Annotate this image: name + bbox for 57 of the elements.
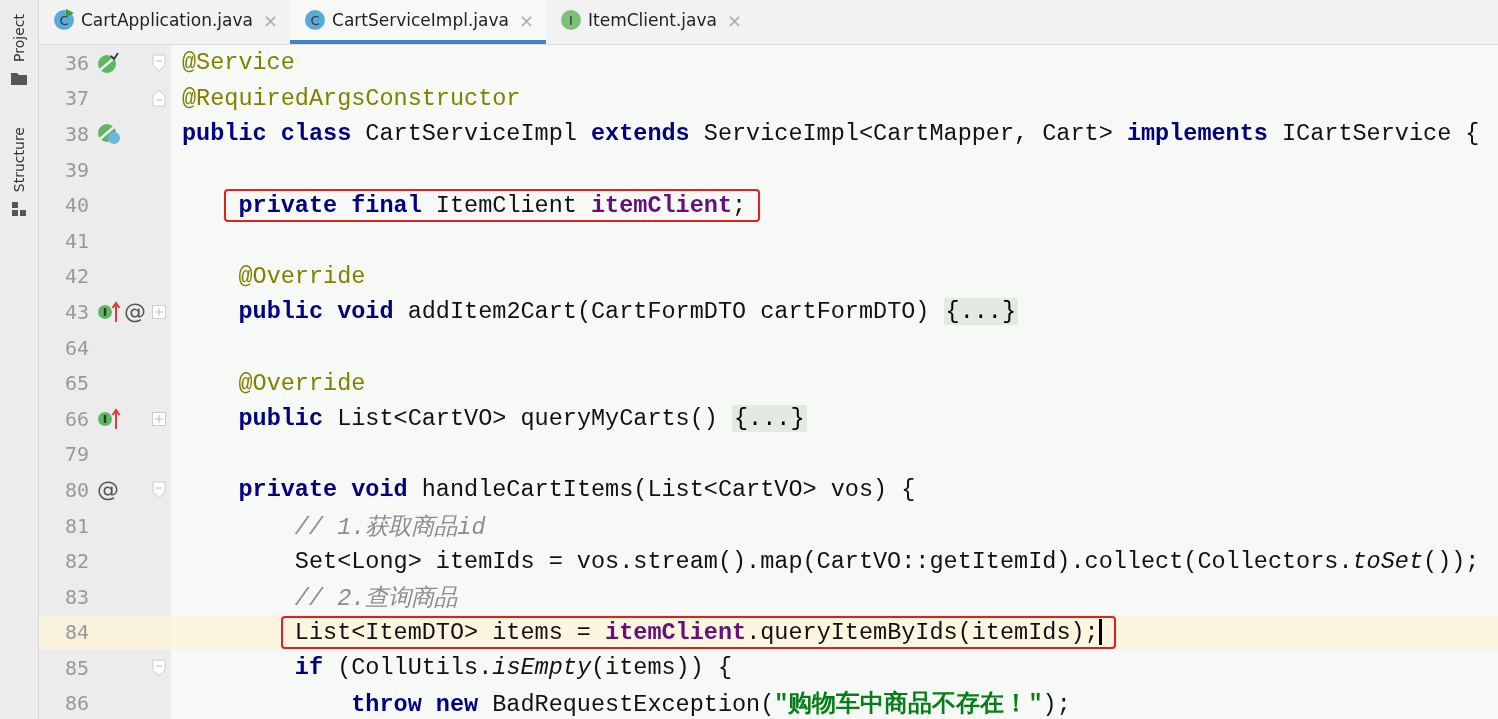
code-line: Set<Long> itemIds = vos.stream().map(CartVO::getItemId).collect(Collectors.toSet()); <box>294 547 1480 575</box>
code-line: @Override <box>238 369 366 397</box>
line-number: 80 <box>63 477 89 502</box>
usage-marker[interactable]: @ <box>124 300 146 323</box>
line-number: 41 <box>63 228 89 253</box>
code-line: @Service <box>182 49 295 77</box>
code-line: // 1.获取商品id <box>294 512 486 542</box>
line-number: 38 <box>63 122 89 146</box>
class-icon: C <box>53 9 75 31</box>
line-number: 39 <box>63 157 89 182</box>
fold-icon[interactable] <box>152 53 166 72</box>
interface-icon: I <box>560 9 583 31</box>
line-number: 36 <box>63 50 89 75</box>
editor-tab[interactable]: C CartApplication.java × <box>39 0 291 44</box>
code-line: // 2.查询商品 <box>294 583 458 613</box>
folded-code[interactable]: {...} <box>943 298 1019 326</box>
fold-icon[interactable] <box>152 480 166 499</box>
class-icon: C <box>304 9 327 31</box>
code-line: @Override <box>238 262 366 290</box>
line-number: 83 <box>63 584 89 609</box>
code-line: public void addItem2Cart(CartFormDTO cartFormDTO) <box>238 298 931 326</box>
code-line: public List<CartVO> queryMyCarts() <box>238 405 719 433</box>
line-number: 85 <box>63 655 89 680</box>
line-number: 86 <box>63 691 89 716</box>
code-line: List<ItemDTO> items = itemClient.queryItemByIds(itemIds); <box>294 618 1099 646</box>
line-number: 81 <box>63 513 89 538</box>
line-number: 66 <box>63 406 89 431</box>
implements-icon[interactable] <box>97 407 121 430</box>
editor-tab[interactable]: C CartServiceImpl.java × <box>290 0 547 44</box>
code-line: public class CartServiceImpl extends ServiceImpl<CartMapper, Cart> implements ICartService { <box>182 120 1480 148</box>
line-number: 84 <box>63 620 89 645</box>
tool-window-tab[interactable]: Project <box>11 14 27 62</box>
folded-code[interactable]: {...} <box>732 405 807 433</box>
usage-marker[interactable]: @ <box>97 478 119 501</box>
fold-icon[interactable] <box>152 658 166 677</box>
bean-icon[interactable] <box>97 51 119 74</box>
fold-icon[interactable] <box>152 89 166 108</box>
implements-icon[interactable] <box>97 300 121 323</box>
expand-icon[interactable] <box>152 304 166 319</box>
line-number: 40 <box>63 193 89 218</box>
expand-icon[interactable] <box>152 411 166 426</box>
editor-tab[interactable]: I ItemClient.java × <box>546 0 755 44</box>
line-number: 42 <box>63 264 89 289</box>
structure-icon <box>11 202 27 217</box>
line-number: 37 <box>63 86 89 111</box>
line-number: 43 <box>63 299 89 324</box>
line-number: 65 <box>63 371 89 396</box>
code-line: throw new BadRequestException("购物车中商品不存在！"); <box>351 689 1071 719</box>
code-line: if (CollUtils.isEmpty(items)) { <box>294 654 733 682</box>
code-line: private void handleCartItems(List<CartVO> vos) { <box>238 476 916 504</box>
line-number: 79 <box>63 442 89 467</box>
line-number: 64 <box>63 335 89 360</box>
folder-icon <box>11 71 27 85</box>
tool-window-tab[interactable]: Structure <box>11 126 27 193</box>
line-number: 82 <box>63 549 89 574</box>
code-line: @RequiredArgsConstructor <box>182 84 521 112</box>
code-line: private final ItemClient itemClient; <box>238 191 747 219</box>
